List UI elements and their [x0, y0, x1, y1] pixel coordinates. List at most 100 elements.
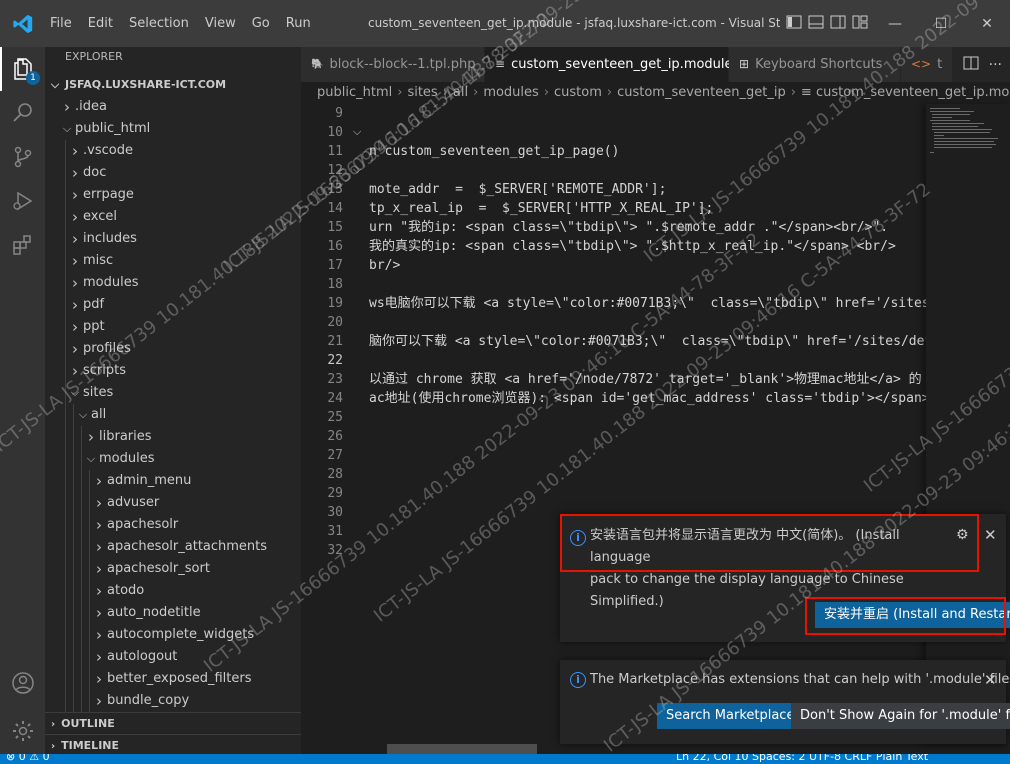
maximize-icon[interactable]: ☐	[918, 0, 964, 47]
code-line[interactable]	[369, 446, 926, 465]
file-type-icon: ⊞	[739, 57, 750, 71]
tab-3[interactable]: ⊞ Keyboard Shortcuts	[729, 47, 901, 82]
code-line[interactable]	[369, 484, 926, 503]
customize-layout-icon[interactable]	[852, 14, 868, 30]
tab-4[interactable]: <> t	[901, 47, 954, 82]
tree-item[interactable]: › modules	[45, 272, 301, 294]
tree-item[interactable]: › auto_nodetitle	[45, 602, 301, 624]
code-line[interactable]: urn "我的ip: <span class=\"tbdip\"> ".$rem…	[369, 218, 926, 237]
dont-show-again-button[interactable]: Don't Show Again for '.module' files	[791, 703, 1010, 729]
toggle-secondary-sidebar-icon[interactable]	[830, 14, 846, 30]
menu-selection[interactable]: Selection	[121, 0, 197, 47]
tree-item[interactable]: ⌵ all	[45, 404, 301, 426]
code-line[interactable]: ac地址(使用chrome浏览器): <span id='get_mac_add…	[369, 389, 926, 408]
timeline-section[interactable]: › TIMELINE	[45, 734, 301, 756]
breadcrumb-item[interactable]: sites	[407, 85, 437, 100]
tab-2[interactable]: ≡custom_seventeen_get_ip.module✕	[485, 47, 753, 82]
code-line[interactable]	[369, 123, 926, 142]
tree-item[interactable]: › atodo	[45, 580, 301, 602]
problems-status[interactable]: ⊗ 0 ⚠ 0	[6, 754, 50, 763]
breadcrumb-item[interactable]: public_html	[317, 85, 392, 100]
tree-item[interactable]: › errpage	[45, 184, 301, 206]
code-line[interactable]: mote_addr = $_SERVER['REMOTE_ADDR'];	[369, 180, 926, 199]
tree-item[interactable]: › autocomplete_widgets	[45, 624, 301, 646]
outline-section[interactable]: › OUTLINE	[45, 712, 301, 734]
code-line[interactable]: n custom_seventeen_get_ip_page()	[369, 142, 926, 161]
code-line[interactable]: 脑你可以下载 <a style=\"color:#0071B3;\" class…	[369, 332, 926, 351]
search-icon[interactable]	[0, 91, 45, 135]
tree-item[interactable]: › scripts	[45, 360, 301, 382]
menu-go[interactable]: Go	[244, 0, 278, 47]
close-marketplace-notification-icon[interactable]: ✕	[984, 671, 997, 689]
tree-item[interactable]: › libraries	[45, 426, 301, 448]
close-notification-icon[interactable]: ✕	[984, 526, 997, 544]
fold-chevron-icon[interactable]: ⌵	[353, 163, 361, 177]
tree-item[interactable]: › profiles	[45, 338, 301, 360]
code-editor[interactable]: 9 10 11 12 13 14 15 16 17 18 19 20 21 22 23 24 25 26 27 28 2…	[301, 104, 926, 744]
tree-item[interactable]: › misc	[45, 250, 301, 272]
tree-item[interactable]: › doc	[45, 162, 301, 184]
menu-edit[interactable]: Edit	[80, 0, 121, 47]
tree-item[interactable]: › advuser	[45, 492, 301, 514]
tree-item[interactable]: › ppt	[45, 316, 301, 338]
more-actions-icon[interactable]: ···	[989, 57, 1002, 73]
tree-item[interactable]: › autologout	[45, 646, 301, 668]
horizontal-scrollbar[interactable]	[387, 744, 537, 754]
tree-item[interactable]: › better_exposed_filters	[45, 668, 301, 690]
workspace-root[interactable]: ⌵ JSFAQ.LUXSHARE-ICT.COM	[45, 74, 301, 96]
code-line[interactable]: ws电脑你可以下载 <a style=\"color:#0071B3;\" cl…	[369, 294, 926, 313]
indent-guide	[81, 624, 82, 646]
tree-item[interactable]: › bundle_copy	[45, 690, 301, 712]
breadcrumb-item[interactable]: custom_seventeen_get_ip.module	[816, 85, 1010, 100]
menu-run[interactable]: Run	[278, 0, 319, 47]
tree-item[interactable]: › pdf	[45, 294, 301, 316]
code-line[interactable]	[369, 161, 926, 180]
split-editor-icon[interactable]	[963, 55, 979, 75]
breadcrumb-item[interactable]: custom_seventeen_get_ip	[617, 85, 786, 100]
minimap[interactable]	[926, 104, 1010, 744]
menu-file[interactable]: File	[42, 0, 80, 47]
code-line[interactable]: 以通过 chrome 获取 <a href='/node/7872' targe…	[369, 370, 926, 389]
account-icon[interactable]	[0, 661, 45, 705]
close-window-icon[interactable]: ✕	[964, 0, 1010, 47]
extensions-icon[interactable]	[0, 223, 45, 267]
tree-item[interactable]: ⌵ modules	[45, 448, 301, 470]
breadcrumb-item[interactable]: all	[453, 85, 468, 100]
code-line[interactable]	[369, 408, 926, 427]
editor-status[interactable]: Ln 22, Col 10 Spaces: 2 UTF-8 CRLF Plain…	[676, 754, 928, 763]
minimize-icon[interactable]: —	[872, 0, 918, 47]
code-line[interactable]	[369, 465, 926, 484]
code-line[interactable]	[369, 313, 926, 332]
toggle-panel-icon[interactable]	[808, 14, 824, 30]
tree-item[interactable]: › excel	[45, 206, 301, 228]
menu-view[interactable]: View	[197, 0, 244, 47]
breadcrumb-item[interactable]: custom	[554, 85, 602, 100]
source-control-icon[interactable]	[0, 135, 45, 179]
toggle-sidebar-icon[interactable]	[786, 14, 802, 30]
code-line[interactable]: 我的真实的ip: <span class=\"tbdip\"> ".$http_…	[369, 237, 926, 256]
tree-item[interactable]: › .idea	[45, 96, 301, 118]
tree-item[interactable]: › apachesolr_attachments	[45, 536, 301, 558]
code-line[interactable]	[369, 275, 926, 294]
tree-item[interactable]: › apachesolr_sort	[45, 558, 301, 580]
tree-item[interactable]: › apachesolr	[45, 514, 301, 536]
code-line[interactable]	[369, 104, 926, 123]
code-line[interactable]: br/>	[369, 256, 926, 275]
code-line[interactable]	[369, 427, 926, 446]
tree-item[interactable]: › .vscode	[45, 140, 301, 162]
code-line[interactable]	[369, 351, 926, 370]
explorer-icon[interactable]: 1	[0, 47, 45, 91]
tree-item[interactable]: › includes	[45, 228, 301, 250]
tree-item[interactable]: › admin_menu	[45, 470, 301, 492]
marketplace-notification: i The Marketplace has extensions that ca…	[560, 660, 1010, 744]
tab-1[interactable]: 🐘 block--block--1.tpl.php	[301, 47, 485, 82]
code-line[interactable]: tp_x_real_ip = $_SERVER['HTTP_X_REAL_IP'…	[369, 199, 926, 218]
tree-item[interactable]: ⌵ sites	[45, 382, 301, 404]
search-marketplace-button[interactable]: Search Marketplace	[657, 703, 804, 729]
breadcrumb-item[interactable]: modules	[483, 85, 539, 100]
run-debug-icon[interactable]	[0, 179, 45, 223]
fold-chevron-icon[interactable]: ⌵	[353, 125, 361, 139]
settings-gear-icon[interactable]	[0, 709, 45, 753]
tree-item[interactable]: ⌵ public_html	[45, 118, 301, 140]
code-content[interactable]: n custom_seventeen_get_ip_page() mote_add…	[369, 104, 926, 560]
